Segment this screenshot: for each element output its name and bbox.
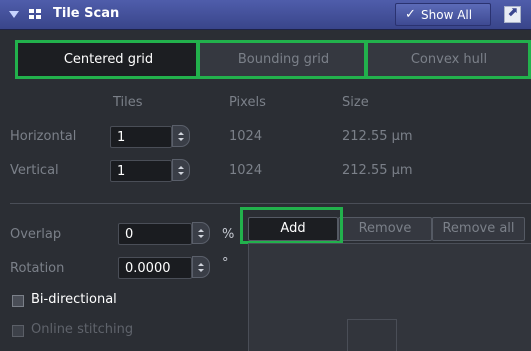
collapse-triangle-icon[interactable] [9,11,19,18]
tile-scan-icon [29,9,42,20]
overlap-field[interactable]: 0 [118,223,192,245]
vertical-tiles-stepper[interactable] [172,159,190,181]
horizontal-tiles-stepper[interactable] [172,125,190,147]
bidirectional-checkbox[interactable] [12,295,24,307]
rotation-stepper[interactable] [192,256,210,278]
vertical-tiles-value: 1 [117,164,126,179]
panel-header[interactable]: Tile Scan ✓ Show All ⬈ [0,0,531,30]
stepper-down-icon [198,269,204,272]
detach-panel-button[interactable]: ⬈ [504,5,521,23]
vertical-label: Vertical [10,163,59,178]
horizontal-pixels: 1024 [229,129,263,144]
overlap-unit: % [222,227,235,242]
bidirectional-label[interactable]: Bi-directional [31,292,117,307]
stepper-up-icon [198,229,204,232]
overlap-value: 0 [125,227,134,242]
column-header-pixels: Pixels [229,95,266,110]
column-header-size: Size [342,95,369,110]
rotation-value: 0.0000 [125,261,171,276]
highlight-box-add [240,207,343,244]
rotation-unit: ° [222,256,229,271]
stepper-up-icon [178,166,184,169]
tile-position-list[interactable] [248,243,531,351]
horizontal-tiles-value: 1 [117,130,126,145]
rotation-label: Rotation [10,261,65,276]
rotation-field[interactable]: 0.0000 [118,257,192,279]
panel-title: Tile Scan [53,6,120,21]
section-divider [10,203,531,204]
show-all-label: Show All [421,8,473,22]
highlight-box-convex-hull [365,40,531,79]
online-stitching-label[interactable]: Online stitching [31,322,133,337]
highlight-box-bounding-grid [197,40,367,79]
horizontal-label: Horizontal [10,129,77,144]
external-arrow-icon: ⬈ [507,5,518,20]
highlight-box-centered-grid [15,40,199,79]
remove-button[interactable]: Remove [338,217,432,241]
horizontal-size: 212.55 µm [342,129,413,144]
overlap-label: Overlap [10,227,62,242]
show-all-button[interactable]: ✓ Show All [395,3,491,26]
stepper-up-icon [198,263,204,266]
horizontal-tiles-field[interactable]: 1 [110,126,172,148]
checkmark-icon: ✓ [405,7,416,22]
vertical-size: 212.55 µm [342,163,413,178]
stepper-up-icon [178,132,184,135]
vertical-pixels: 1024 [229,163,263,178]
column-header-tiles: Tiles [113,95,143,110]
overlap-stepper[interactable] [192,222,210,244]
stepper-down-icon [198,235,204,238]
remove-all-button[interactable]: Remove all [432,217,525,241]
online-stitching-checkbox[interactable] [12,325,24,337]
tile-preview [347,319,397,351]
stepper-down-icon [178,138,184,141]
stepper-down-icon [178,172,184,175]
vertical-tiles-field[interactable]: 1 [110,160,172,182]
